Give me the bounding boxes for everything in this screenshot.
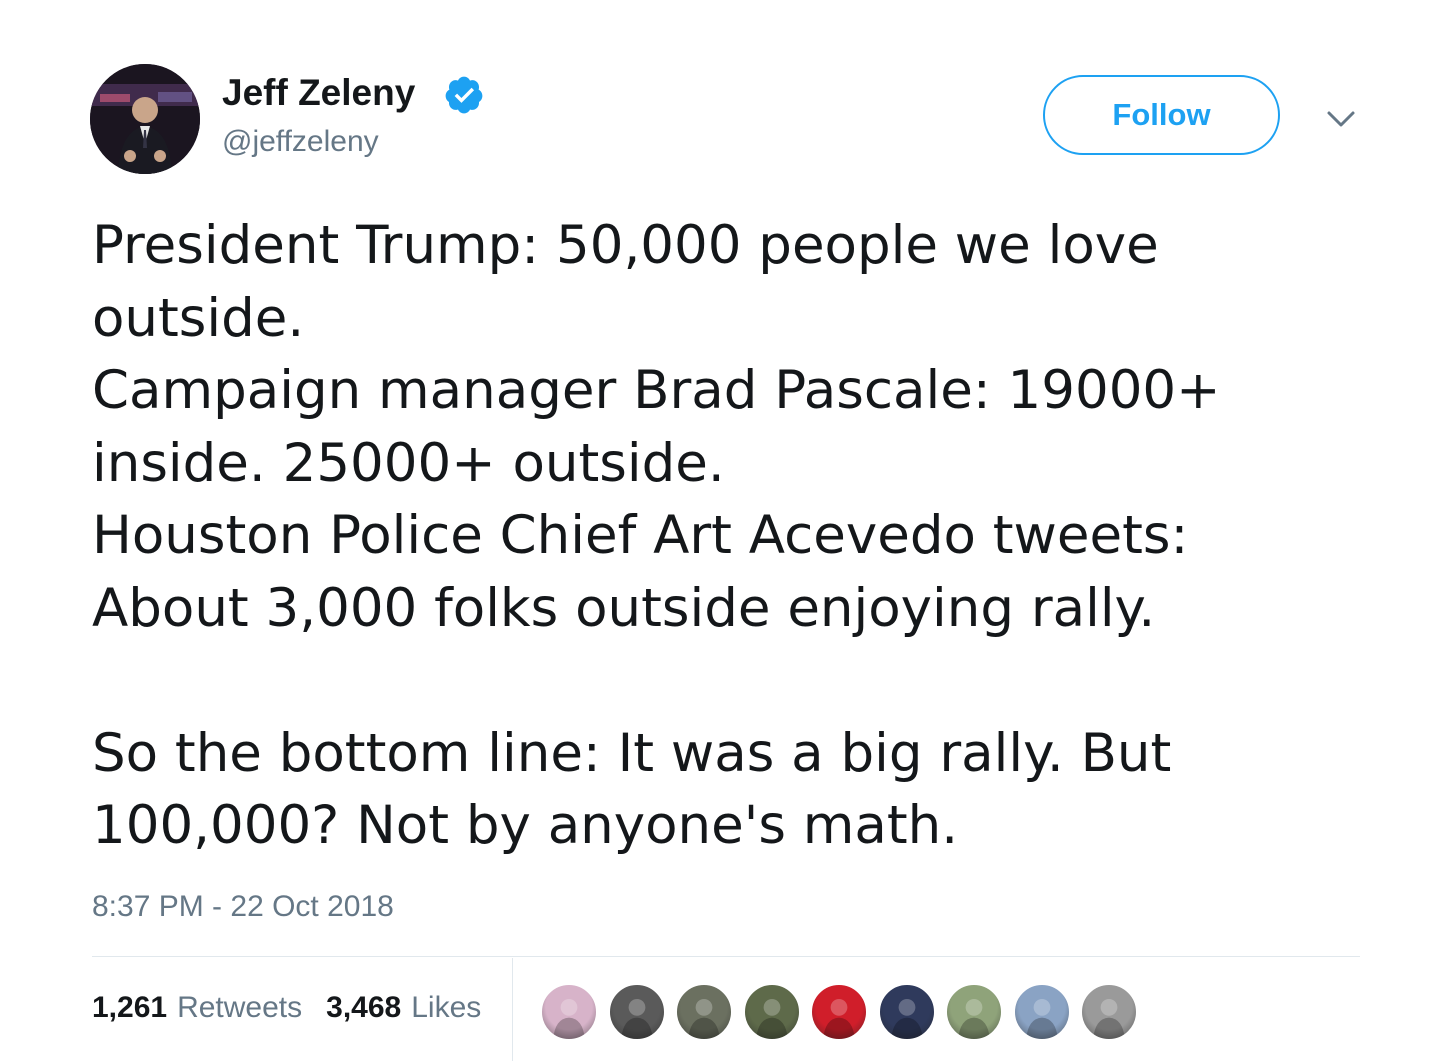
avatar[interactable] xyxy=(90,64,200,174)
display-name[interactable]: Jeff Zeleny xyxy=(222,72,415,114)
follow-button[interactable]: Follow xyxy=(1043,75,1280,155)
likes-count: 3,468 xyxy=(326,991,402,1024)
retweets-label: Retweets xyxy=(177,991,303,1024)
tweet-timestamp[interactable]: 8:37 PM - 22 Oct 2018 xyxy=(92,890,394,924)
likes-label: Likes xyxy=(411,991,482,1024)
avatar-photo xyxy=(90,64,200,174)
liker-avatar-5[interactable] xyxy=(810,983,868,1041)
liker-avatar-7[interactable] xyxy=(945,983,1003,1041)
liker-avatars xyxy=(540,983,1148,1041)
stats-divider xyxy=(512,958,513,1061)
tweet-stats: 1,261 Retweets 3,468 Likes xyxy=(92,985,505,1031)
liker-avatar-8[interactable] xyxy=(1012,983,1071,1041)
retweets-count: 1,261 xyxy=(92,991,168,1024)
likes-stat[interactable]: 3,468 Likes xyxy=(326,991,481,1025)
tweet-card: Jeff Zeleny @jeffzeleny Follow President… xyxy=(0,0,1440,1061)
liker-avatar-2[interactable] xyxy=(607,983,666,1041)
tweet-text: President Trump: 50,000 people we love o… xyxy=(92,215,1221,856)
liker-avatar-4[interactable] xyxy=(742,983,801,1041)
chevron-down-icon[interactable] xyxy=(1325,105,1357,133)
liker-avatar-1[interactable] xyxy=(540,983,598,1041)
retweets-stat[interactable]: 1,261 Retweets xyxy=(92,991,302,1025)
liker-avatar-6[interactable] xyxy=(877,983,936,1041)
liker-avatar-9[interactable] xyxy=(1080,983,1138,1041)
divider xyxy=(92,956,1360,957)
liker-avatar-3[interactable] xyxy=(675,983,733,1041)
user-handle[interactable]: @jeffzeleny xyxy=(222,125,379,159)
verified-badge-icon xyxy=(445,76,483,114)
